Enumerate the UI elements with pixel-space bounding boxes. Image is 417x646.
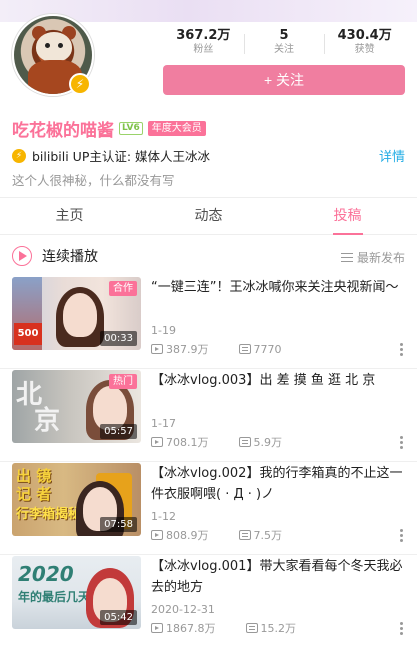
name-row: 吃花椒的喵酱 LV6 年度大会员 — [12, 116, 206, 141]
video-duration: 05:57 — [100, 424, 137, 439]
play-count-icon — [151, 437, 163, 447]
video-tag: 合作 — [109, 281, 137, 296]
more-icon[interactable] — [400, 529, 403, 542]
video-date: 2020-12-31 — [151, 603, 215, 616]
video-thumbnail[interactable]: 北 京 热门 05:57 — [12, 370, 141, 443]
video-date: 1-19 — [151, 324, 176, 337]
video-tag: 热门 — [109, 374, 137, 389]
stat-following[interactable]: 5 关注 — [243, 28, 325, 58]
video-thumbnail[interactable]: 500 合作 00:33 — [12, 277, 141, 350]
video-item[interactable]: 2020 年的最后几天 05:42 【冰冰vlog.001】带大家看看每个冬天我… — [0, 556, 417, 646]
username: 吃花椒的喵酱 — [12, 121, 114, 141]
tab-dynamic[interactable]: 动态 — [139, 198, 278, 234]
tab-home[interactable]: 主页 — [0, 198, 139, 234]
video-duration: 00:33 — [100, 331, 137, 346]
video-duration: 05:42 — [100, 610, 137, 625]
video-item[interactable]: 500 合作 00:33 “一键三连”！王冰冰喊你来关注央视新闻～ 1-19 3… — [0, 277, 417, 369]
danmaku-icon — [245, 623, 258, 633]
signature: 这个人很神秘，什么都没有写 — [12, 173, 175, 188]
danmaku-count: 5.9万 — [253, 436, 283, 449]
view-count: 808.9万 — [166, 529, 209, 542]
view-count: 708.1万 — [166, 436, 209, 449]
video-stats: 708.1万 5.9万 — [151, 434, 282, 450]
details-link[interactable]: 详情 — [379, 146, 405, 165]
video-stats: 387.9万 7770 — [151, 341, 282, 357]
danmaku-icon — [238, 530, 251, 540]
tab-uploads[interactable]: 投稿 — [278, 198, 417, 235]
view-count: 1867.8万 — [166, 622, 216, 635]
fans-count: 367.2万 — [176, 28, 231, 43]
more-icon[interactable] — [400, 436, 403, 449]
autoplay-label: 连续播放 — [42, 249, 98, 265]
vip-badge: 年度大会员 — [147, 121, 206, 136]
video-thumbnail[interactable]: 出 镜 记 者 行李箱揭秘 07:58 — [12, 463, 141, 536]
video-title[interactable]: 【冰冰vlog.002】我的行李箱真的不止这一件衣服啊喂( · Д · )ノ — [151, 463, 405, 505]
following-count: 5 — [279, 28, 289, 43]
sort-button[interactable]: 最新发布 — [340, 249, 405, 266]
level-badge: LV6 — [119, 122, 143, 135]
lightning-icon: ⚡ — [12, 148, 26, 163]
space-page: ⚡ 367.2万 粉丝 5 关注 430.4万 获赞 + 关注 吃花椒的喵酱 L… — [0, 0, 417, 646]
play-count-icon — [151, 530, 163, 540]
stat-fans[interactable]: 367.2万 粉丝 — [163, 28, 244, 58]
more-icon[interactable] — [400, 622, 403, 635]
video-item[interactable]: 出 镜 记 者 行李箱揭秘 07:58 【冰冰vlog.002】我的行李箱真的不… — [0, 463, 417, 555]
video-stats: 1867.8万 15.2万 — [151, 620, 296, 636]
autoplay-toggle[interactable]: 连续播放 — [12, 246, 98, 266]
list-icon — [340, 252, 353, 263]
follow-button[interactable]: + 关注 — [163, 65, 405, 95]
likes-count: 430.4万 — [337, 28, 392, 43]
stat-likes: 430.4万 获赞 — [324, 28, 405, 58]
certification-text: bilibili UP主认证: 媒体人王冰冰 — [32, 149, 211, 164]
danmaku-count: 7770 — [253, 342, 282, 356]
tab-bar: 主页 动态 投稿 — [0, 197, 417, 235]
video-title[interactable]: “一键三连”！王冰冰喊你来关注央视新闻～ — [151, 277, 405, 298]
video-title[interactable]: 【冰冰vlog.001】带大家看看每个冬天我必去的地方 — [151, 556, 405, 598]
stats-bar: 367.2万 粉丝 5 关注 430.4万 获赞 — [163, 28, 405, 58]
video-thumbnail[interactable]: 2020 年的最后几天 05:42 — [12, 556, 141, 629]
play-count-icon — [151, 623, 163, 633]
video-title[interactable]: 【冰冰vlog.003】出 差 摸 鱼 逛 北 京 — [151, 370, 405, 391]
play-count-icon — [151, 344, 163, 354]
fans-label: 粉丝 — [193, 44, 214, 55]
video-stats: 808.9万 7.5万 — [151, 527, 282, 543]
up-certification: ⚡ bilibili UP主认证: 媒体人王冰冰 — [12, 146, 210, 165]
video-duration: 07:58 — [100, 517, 137, 532]
play-circle-icon — [12, 246, 32, 266]
danmaku-count: 15.2万 — [260, 622, 297, 635]
more-icon[interactable] — [400, 343, 403, 356]
verified-icon: ⚡ — [69, 73, 91, 95]
danmaku-count: 7.5万 — [253, 529, 283, 542]
sort-label: 最新发布 — [356, 251, 405, 265]
video-date: 1-12 — [151, 510, 176, 523]
video-item[interactable]: 北 京 热门 05:57 【冰冰vlog.003】出 差 摸 鱼 逛 北 京 1… — [0, 370, 417, 462]
video-date: 1-17 — [151, 417, 176, 430]
view-count: 387.9万 — [166, 343, 209, 356]
danmaku-icon — [238, 344, 251, 354]
danmaku-icon — [238, 437, 251, 447]
following-label: 关注 — [274, 44, 294, 55]
likes-label: 获赞 — [354, 44, 375, 55]
